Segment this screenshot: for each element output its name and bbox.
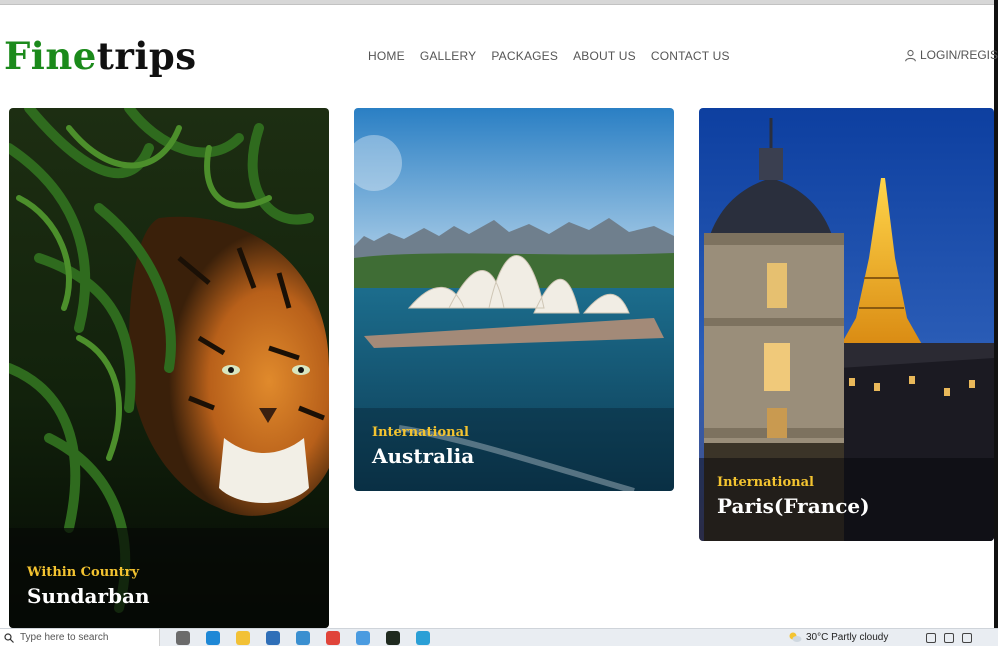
app-icon[interactable] [356, 630, 370, 645]
card-title: Sundarban [27, 584, 150, 608]
login-label: LOGIN/REGIS [920, 48, 998, 62]
destination-card-sundarban[interactable]: Within Country Sundarban [9, 108, 329, 628]
destination-card-australia[interactable]: International Australia [354, 108, 674, 491]
search-icon [4, 632, 14, 643]
card-title: Australia [372, 444, 475, 468]
browser-top-edge [0, 0, 998, 5]
tiger-jungle-image [9, 108, 329, 628]
site-header: Finetrips HOME GALLERY PACKAGES ABOUT US… [0, 6, 998, 102]
nav-about-us[interactable]: ABOUT US [573, 49, 636, 63]
pycharm-icon[interactable] [386, 630, 400, 645]
card-subtitle: Within Country [27, 565, 140, 580]
weather-widget[interactable]: 30°C Partly cloudy [788, 631, 888, 643]
window-edge [994, 0, 998, 628]
system-tray [926, 633, 972, 643]
tray-volume-icon[interactable] [962, 633, 972, 643]
logo-part-2: trips [96, 34, 197, 78]
main-nav: HOME GALLERY PACKAGES ABOUT US CONTACT U… [368, 49, 730, 63]
site-logo[interactable]: Finetrips [4, 34, 197, 78]
logo-part-1: Fine [4, 34, 97, 78]
windows-taskbar: Type here to search 30°C Partly cloudy [0, 628, 998, 646]
weather-text: 30°C Partly cloudy [806, 631, 889, 643]
file-explorer-icon[interactable] [236, 630, 250, 645]
edge-browser-icon[interactable] [206, 630, 220, 645]
destination-card-paris[interactable]: International Paris(France) [699, 108, 994, 541]
card-caption: International Australia [372, 425, 474, 468]
vscode-icon[interactable] [416, 630, 430, 645]
tray-chevron-icon[interactable] [926, 633, 936, 643]
card-caption: Within Country Sundarban [27, 565, 150, 608]
task-view-icon[interactable] [176, 630, 190, 645]
partly-cloudy-icon [789, 632, 802, 642]
taskbar-search-box[interactable]: Type here to search [0, 628, 160, 646]
nav-packages[interactable]: PACKAGES [491, 49, 558, 63]
card-caption: International Paris(France) [717, 475, 870, 518]
mail-icon[interactable] [296, 630, 310, 645]
taskbar-search-placeholder: Type here to search [20, 632, 109, 643]
store-icon[interactable] [266, 630, 280, 645]
nav-contact-us[interactable]: CONTACT US [651, 49, 730, 63]
card-title: Paris(France) [717, 494, 870, 518]
card-subtitle: International [717, 475, 814, 490]
tray-network-icon[interactable] [944, 633, 954, 643]
nav-home[interactable]: HOME [368, 49, 405, 63]
chrome-icon[interactable] [326, 630, 340, 645]
login-register-link[interactable]: LOGIN/REGIS [904, 48, 998, 62]
nav-gallery[interactable]: GALLERY [420, 49, 477, 63]
user-icon [905, 49, 916, 61]
card-subtitle: International [372, 425, 469, 440]
